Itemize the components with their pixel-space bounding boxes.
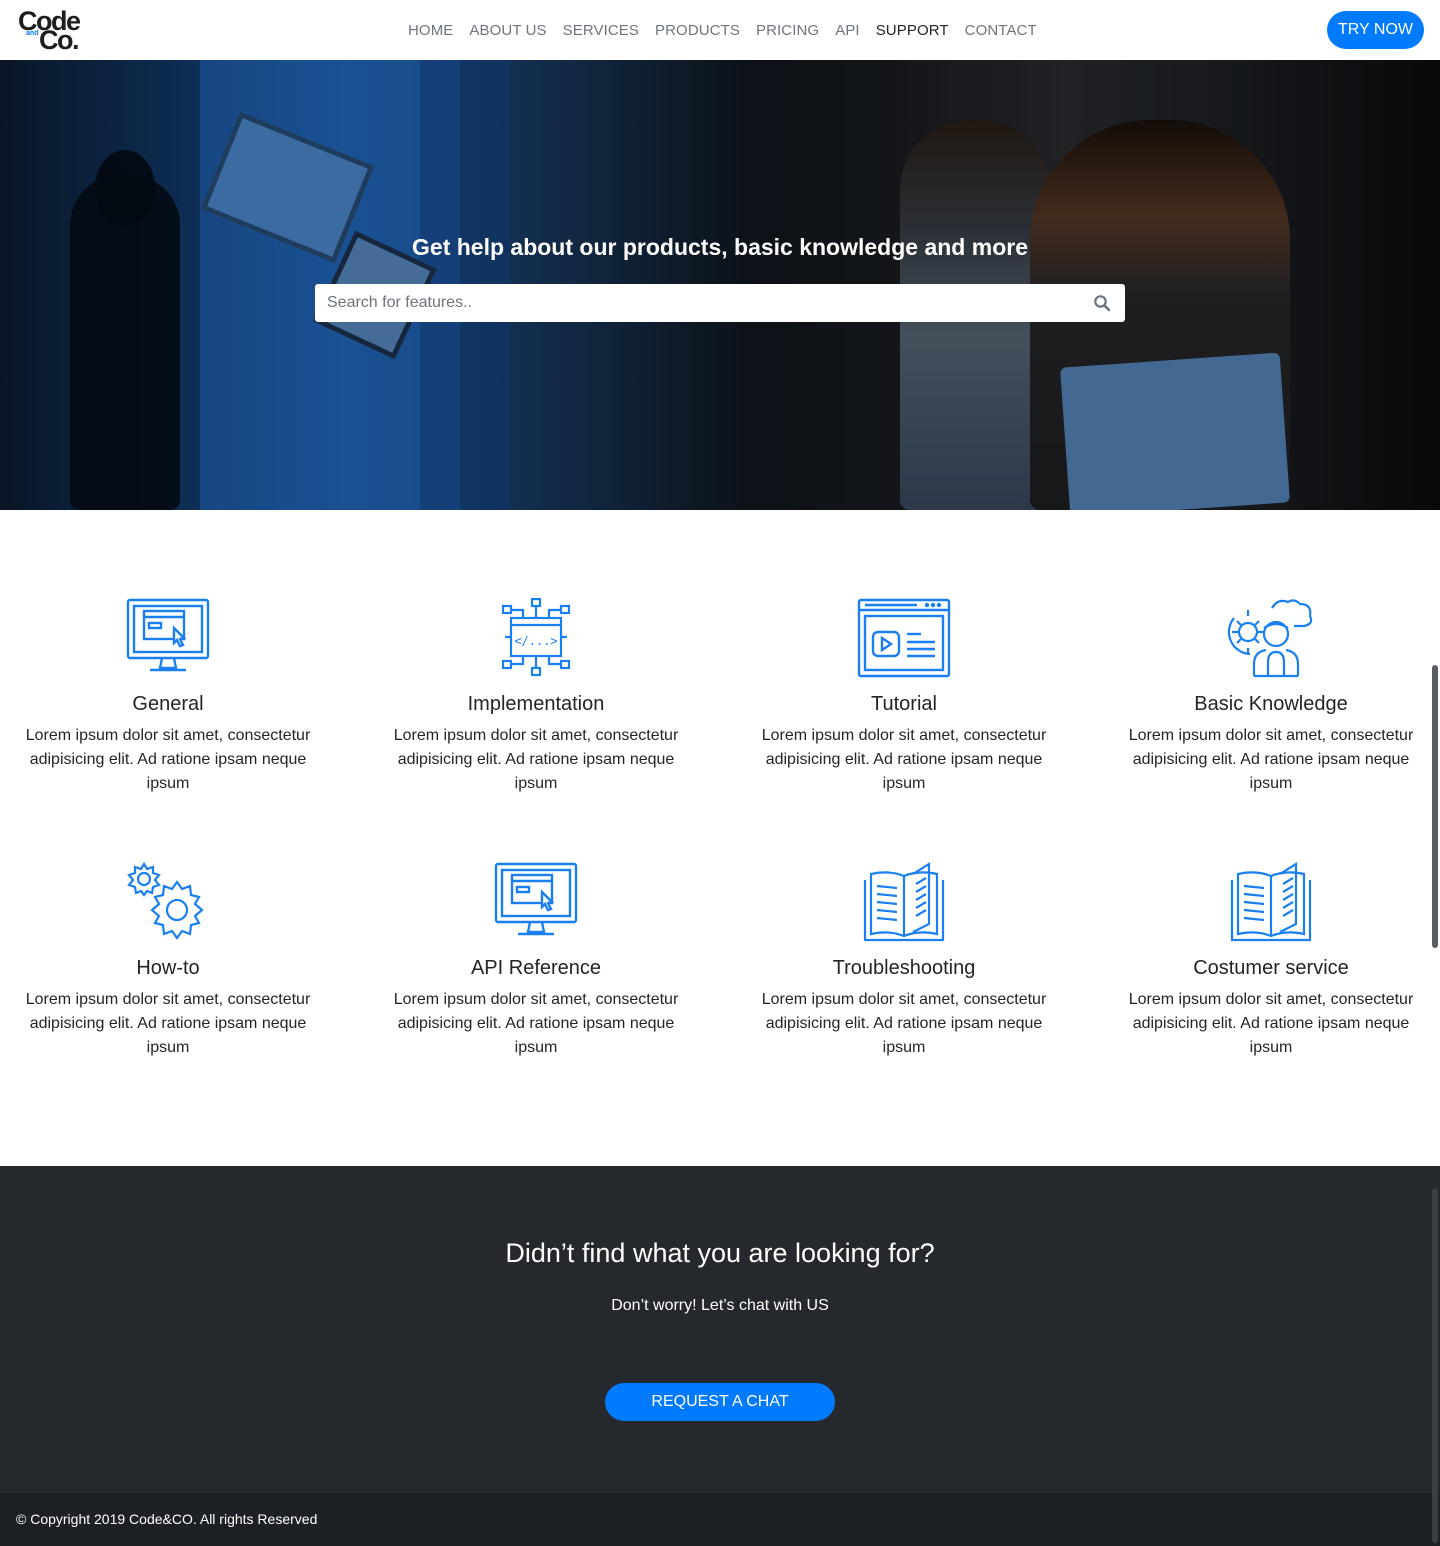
category-card-general[interactable]: General Lorem ipsum dolor sit amet, cons… [8,598,328,796]
code-circuit-icon: </...> [501,598,571,677]
main-nav: HOME ABOUT US SERVICES PRODUCTS PRICING … [400,20,1045,42]
category-card-troubleshooting[interactable]: Troubleshooting Lorem ipsum dolor sit am… [744,862,1064,1060]
search-input[interactable] [315,284,1075,322]
nav-item-services[interactable]: SERVICES [555,20,647,42]
brand-logo[interactable]: Code and Co. [18,6,92,55]
nav-item-pricing[interactable]: PRICING [748,20,827,42]
svg-text:</...>: </...> [514,634,557,648]
footer: © Copyright 2019 Code&CO. All rights Res… [0,1493,1440,1546]
category-title: How-to [136,957,200,979]
category-description: Lorem ipsum dolor sit amet, consectetur … [393,991,679,1056]
hero-title: Get help about our products, basic knowl… [412,234,1028,260]
request-chat-button[interactable]: REQUEST A CHAT [605,1383,835,1421]
hero-banner: Get help about our products, basic knowl… [0,60,1440,510]
navbar: Code and Co. HOME ABOUT US SERVICES PROD… [0,0,1440,60]
search-icon[interactable] [1093,294,1111,312]
person-gear-cloud-icon [1228,599,1313,678]
cta-title: Didn’t find what you are looking for? [505,1238,935,1268]
nav-item-contact[interactable]: CONTACT [957,20,1045,42]
nav-item-support[interactable]: SUPPORT [868,20,957,42]
category-title: Implementation [467,693,605,715]
category-title: Troubleshooting [832,957,976,979]
scrollbar-thumb[interactable] [1432,665,1438,948]
category-card-tutorial[interactable]: Tutorial Lorem ipsum dolor sit amet, con… [744,598,1064,796]
category-description: Lorem ipsum dolor sit amet, consectetur … [761,727,1047,792]
nav-item-about-us[interactable]: ABOUT US [461,20,554,42]
category-description: Lorem ipsum dolor sit amet, consectetur … [1128,991,1414,1056]
category-description: Lorem ipsum dolor sit amet, consectetur … [25,727,311,792]
monitor-cursor-icon [126,598,210,672]
category-title: Tutorial [871,693,937,715]
category-card-api-reference[interactable]: API Reference Lorem ipsum dolor sit amet… [376,862,696,1060]
monitor-cursor-icon [494,862,578,936]
scrollbar-thumb[interactable] [1432,1188,1438,1543]
cta-subtitle: Don’t worry! Let’s chat with US [611,1297,829,1314]
category-card-implementation[interactable]: </...> Implementation Lorem ipsum dolor … [376,598,696,796]
category-card-basic-knowledge[interactable]: Basic Knowledge Lorem ipsum dolor sit am… [1111,598,1431,796]
open-book-icon [1230,862,1312,942]
category-description: Lorem ipsum dolor sit amet, consectetur … [25,991,311,1056]
logo-text-mid: and [26,30,39,37]
nav-item-home[interactable]: HOME [400,20,461,42]
category-title: API Reference [470,957,602,979]
category-card-costumer-service[interactable]: Costumer service Lorem ipsum dolor sit a… [1111,862,1431,1060]
gears-icon [127,862,204,940]
category-description: Lorem ipsum dolor sit amet, consectetur … [761,991,1047,1056]
category-title: General [132,693,204,715]
open-book-icon [863,862,945,942]
nav-item-api[interactable]: API [827,20,867,42]
try-now-button[interactable]: TRY NOW [1327,11,1424,49]
category-title: Basic Knowledge [1194,693,1348,715]
chat-cta-section: Didn’t find what you are looking for? Do… [0,1166,1440,1493]
category-title: Costumer service [1193,957,1349,979]
copyright-text: © Copyright 2019 Code&CO. All rights Res… [16,1511,318,1527]
category-description: Lorem ipsum dolor sit amet, consectetur … [393,727,679,792]
logo-text-bottom: Co. [39,25,80,55]
nav-item-products[interactable]: PRODUCTS [647,20,748,42]
search-box [315,284,1125,322]
category-card-how-to[interactable]: How-to Lorem ipsum dolor sit amet, conse… [8,862,328,1060]
video-browser-icon [857,598,951,678]
support-categories: General Lorem ipsum dolor sit amet, cons… [0,510,1440,1166]
category-description: Lorem ipsum dolor sit amet, consectetur … [1128,727,1414,792]
